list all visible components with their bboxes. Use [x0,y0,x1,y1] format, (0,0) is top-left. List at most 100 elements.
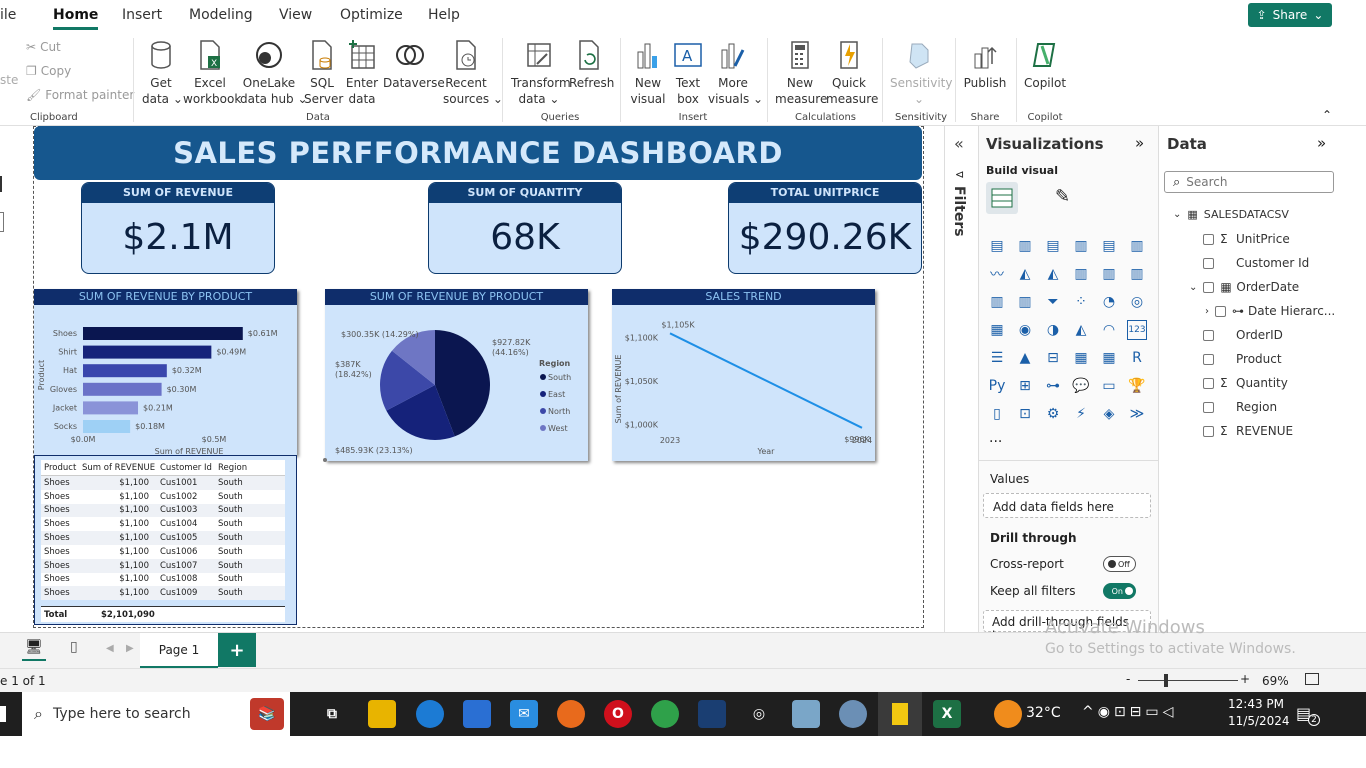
table-node[interactable]: ⌄ ▦ SALESDATACSV [1173,208,1289,221]
mail-icon[interactable]: ✉ [510,700,538,728]
bar[interactable] [83,382,162,396]
table-row[interactable]: Shoes $1,100 Cus1001 South [41,476,285,490]
field-checkbox[interactable] [1203,281,1215,293]
matrix-icon[interactable]: ▦ [1099,348,1119,368]
column-header[interactable]: Region [215,463,255,473]
prev-page-icon[interactable]: ◀ [106,643,114,654]
menu-view[interactable]: View [279,7,312,23]
table-icon[interactable]: ▦ [1071,348,1091,368]
search-box[interactable]: ⌕ [1164,171,1334,193]
bar[interactable] [83,364,167,378]
field-quantity[interactable]: Σ Quantity [1203,376,1288,390]
new-visual-button[interactable]: New visual [630,39,666,107]
smart-narrative-icon[interactable]: ▭ [1099,376,1119,396]
column-line-icon[interactable]: ▥ [1015,292,1035,312]
enter-data-button[interactable]: Enter data [345,39,379,107]
tray-icons[interactable]: ^◉⊡⊟▭◁ [1082,704,1177,720]
menu-file[interactable]: ile [0,7,16,23]
kpi-card-quantity[interactable]: SUM OF QUANTITY 68K [428,182,622,274]
column-header[interactable]: Customer Id [157,463,215,473]
legend-entry[interactable]: North [548,407,570,416]
menu-help[interactable]: Help [428,7,460,23]
get-data-button[interactable]: Get data ⌄ [142,39,183,107]
new-measure-button[interactable]: New measure [775,39,827,107]
field-customer-id[interactable]: Customer Id [1203,256,1309,270]
copy-button[interactable]: ❐ Copy [26,64,71,78]
field-checkbox[interactable] [1215,305,1226,317]
donut-icon[interactable]: ◎ [1127,292,1147,312]
more-visuals-ellipsis[interactable]: ... [989,430,1002,446]
search-input[interactable] [1186,175,1317,189]
field-checkbox[interactable] [1203,377,1214,389]
field-checkbox[interactable] [1203,233,1214,245]
table-row[interactable]: Shoes $1,100 Cus1002 South [41,489,285,504]
resize-handle[interactable] [323,458,327,462]
build-visual-tab[interactable] [986,182,1018,214]
keep-filters-toggle[interactable]: On [1103,583,1136,599]
transform-data-button[interactable]: Transform data ⌄ [511,39,571,107]
clustered-bar-icon[interactable]: ▤ [1043,236,1063,256]
details-table[interactable]: Product Sum of REVENUE Customer Id Regio… [34,455,327,625]
power-automate-icon[interactable]: ⚡ [1071,404,1091,424]
bar[interactable] [83,345,212,359]
zoom-out-button[interactable]: - [1126,672,1130,686]
fit-page-icon[interactable] [1305,673,1319,685]
store-icon[interactable] [463,700,491,728]
field-date-hierarc-[interactable]: › ⊶ Date Hierarc... [1205,304,1335,318]
line-stacked-column-icon[interactable]: ▥ [987,292,1007,312]
menu-insert[interactable]: Insert [122,7,162,23]
paint-icon[interactable] [839,700,867,728]
stacked-area-icon[interactable]: ◭ [1043,264,1063,284]
stacked-column-icon[interactable]: ▥ [1071,236,1091,256]
excel-icon[interactable]: X [933,700,961,728]
pie-icon[interactable]: ◔ [1099,292,1119,312]
revenue-by-region-pie-chart[interactable]: SUM OF REVENUE BY PRODUCT $927.82K (44.16… [325,289,588,461]
treemap-icon[interactable]: ▦ [987,320,1007,340]
bar[interactable] [83,420,131,433]
diamond-icon[interactable]: ◈ [1099,404,1119,424]
field-unitprice[interactable]: Σ UnitPrice [1203,232,1290,246]
sensitivity-button[interactable]: Sensitivity ⌄ [890,39,952,107]
cut-button[interactable]: ✂ Cut [26,40,61,54]
mobile-layout-icon[interactable]: ▯ [70,639,78,655]
desktop-layout-icon[interactable]: 🖥 [22,639,46,661]
filters-pane-collapsed[interactable]: « ⊲ Filters [944,126,978,632]
menu-modeling[interactable]: Modeling [189,7,253,23]
field-region[interactable]: Region [1203,400,1277,414]
map-icon[interactable]: ◉ [1015,320,1035,340]
table-row[interactable]: Shoes $1,100 Cus1006 South [41,544,285,559]
paginated-report-icon[interactable]: ▯ [987,404,1007,424]
card-icon[interactable]: 123 [1127,320,1147,340]
next-page-icon[interactable]: ▶ [126,643,134,654]
r-visual-icon[interactable]: R [1127,348,1147,368]
zoom-slider-thumb[interactable] [1164,674,1168,687]
field-checkbox[interactable] [1203,257,1214,269]
field-checkbox[interactable] [1203,353,1214,365]
field-checkbox[interactable] [1203,425,1214,437]
app-icon[interactable] [792,700,820,728]
refresh-button[interactable]: Refresh [569,39,614,91]
sql-server-button[interactable]: SQL Server [304,39,343,107]
python-visual-icon[interactable]: Py [987,376,1007,396]
waterfall-icon[interactable]: ▥ [1127,264,1147,284]
bar[interactable] [83,327,243,340]
decomposition-tree-icon[interactable]: ⊶ [1043,376,1063,396]
field-product[interactable]: Product [1203,352,1282,366]
funnel-icon[interactable]: ⏷ [1043,292,1063,312]
sales-trend-line-chart[interactable]: SALES TREND $1,100K $1,050K $1,000K $1,105K… [612,289,875,461]
app-icon[interactable] [698,700,726,728]
azure-map-icon[interactable]: ◭ [1071,320,1091,340]
power-apps-icon[interactable]: ⚙ [1043,404,1063,424]
values-drop-zone[interactable]: Add data fields here [983,493,1151,518]
expand-icon[interactable]: « [954,134,964,153]
multi-row-card-icon[interactable]: ☰ [987,348,1007,368]
kpi-card-revenue[interactable]: SUM OF REVENUE $2.1M [81,182,275,274]
collapse-icon[interactable]: » [1135,134,1144,152]
table-row[interactable]: Shoes $1,100 Cus1003 South [41,503,285,518]
text-box-button[interactable]: A Text box [671,39,705,107]
format-painter-button[interactable]: 🖌 Format painter [26,88,134,102]
table-row[interactable]: Shoes $1,100 Cus1009 South [41,586,285,601]
share-button[interactable]: ⇪ Share ⌄ [1248,3,1332,27]
metrics-icon[interactable]: ⊡ [1015,404,1035,424]
field-orderdate[interactable]: ⌄ ▦ OrderDate [1189,280,1299,294]
